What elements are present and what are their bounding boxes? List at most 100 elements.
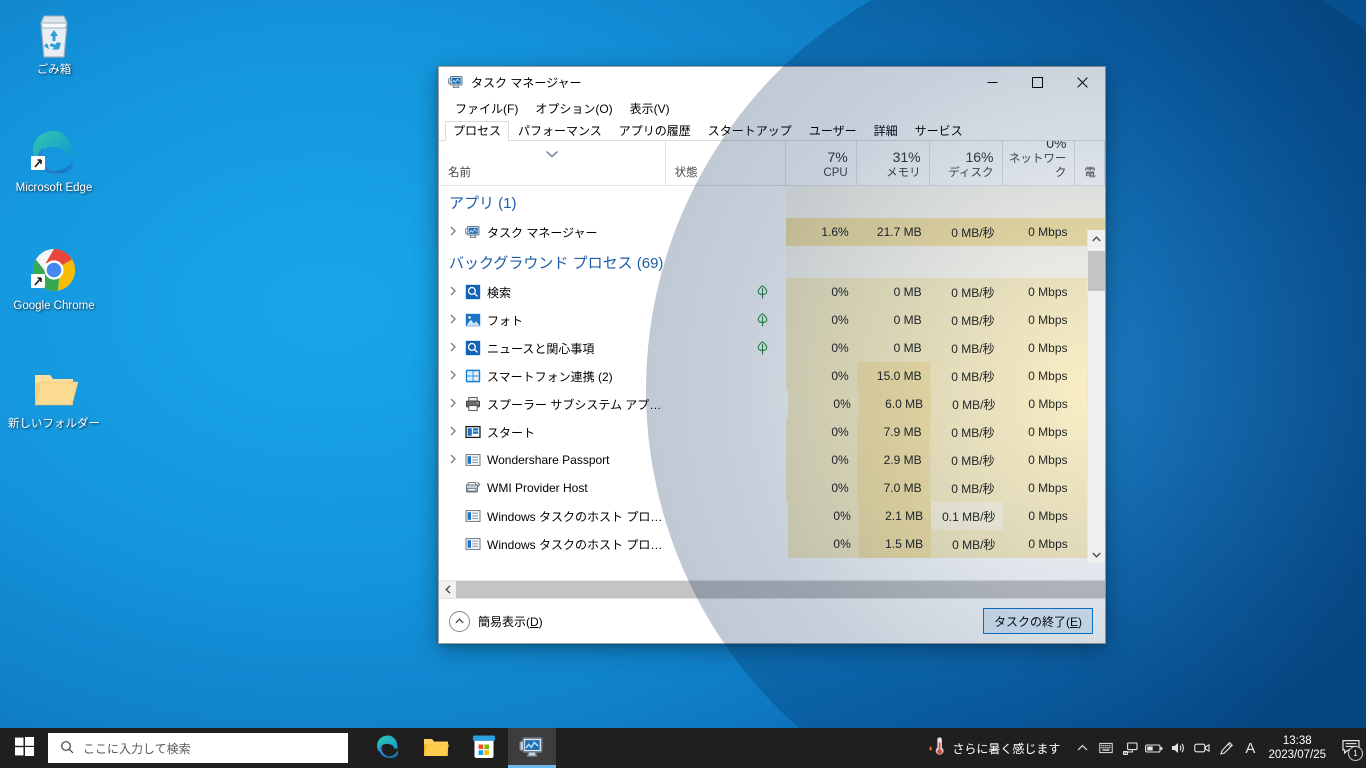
expand-chevron-icon[interactable] (447, 342, 459, 355)
fewer-details-button[interactable]: 簡易表示(D) (449, 610, 543, 632)
system-tray[interactable]: さらに暑く感じます A 13:38 2023/07/25 1 (917, 728, 1366, 768)
process-name-cell[interactable]: タスク マネージャー (439, 218, 665, 246)
process-name-cell[interactable]: スプーラー サブシステム アプリケーション (439, 390, 669, 418)
vertical-scrollbar[interactable] (1087, 230, 1105, 563)
window-titlebar[interactable]: タスク マネージャー (439, 67, 1105, 98)
table-row[interactable]: スプーラー サブシステム アプリケーション 0%6.0 MB0 MB/秒0 Mbp… (439, 390, 1105, 418)
task-manager-window[interactable]: タスク マネージャー ファイル(F) オプション(O) 表示(V) プロセス パ… (438, 66, 1106, 644)
tab-app-history[interactable]: アプリの履歴 (611, 121, 699, 141)
process-name-cell[interactable]: フォト (439, 306, 665, 334)
horizontal-scrollbar[interactable] (439, 580, 1105, 598)
menu-bar[interactable]: ファイル(F) オプション(O) 表示(V) (439, 98, 1105, 120)
desktop-icon-recycle-bin[interactable]: ごみ箱 (4, 10, 104, 77)
tab-startup[interactable]: スタートアップ (700, 121, 800, 141)
minimize-button[interactable] (970, 67, 1015, 97)
menu-view[interactable]: 表示(V) (622, 98, 679, 120)
table-row[interactable]: ニュースと関心事項 0% 0 MB 0 MB/秒 0 Mbps (439, 334, 1105, 362)
close-button[interactable] (1060, 67, 1105, 97)
action-center-button[interactable]: 1 (1336, 728, 1366, 768)
process-rows[interactable]: アプリ (1) タスク マネージャー 1.6% 21.7 MB 0 MB/秒 0 Mbps… (439, 186, 1105, 558)
desktop-icon-new-folder[interactable]: 新しいフォルダー (4, 364, 104, 431)
vertical-scrollbar-track[interactable] (1088, 247, 1105, 546)
volume-icon[interactable] (1166, 728, 1190, 768)
pen-icon[interactable] (1214, 728, 1238, 768)
taskbar-item-task-manager[interactable] (508, 728, 556, 768)
column-header-disk[interactable]: 16% ディスク (930, 141, 1003, 185)
tray-icons[interactable]: A (1070, 728, 1262, 768)
column-header-status[interactable]: 状態 (666, 141, 786, 185)
scroll-down-arrow-icon[interactable] (1088, 546, 1105, 563)
expand-chevron-icon[interactable] (447, 370, 459, 383)
column-header-name[interactable]: 名前 (439, 141, 666, 185)
process-name-cell[interactable]: ニュースと関心事項 (439, 334, 665, 362)
process-name-cell[interactable]: 検索 (439, 278, 665, 306)
taskbar-item-microsoft-store[interactable] (460, 728, 508, 768)
scroll-up-arrow-icon[interactable] (1088, 230, 1105, 247)
tab-strip[interactable]: プロセス パフォーマンス アプリの履歴 スタートアップ ユーザー 詳細 サービス (439, 120, 1105, 141)
scroll-left-arrow-icon[interactable] (439, 581, 456, 598)
taskbar-item-file-explorer[interactable] (412, 728, 460, 768)
tab-details[interactable]: 詳細 (866, 121, 906, 141)
expand-chevron-icon[interactable] (447, 426, 459, 439)
expand-chevron-icon[interactable] (447, 398, 459, 411)
network-icon[interactable] (1118, 728, 1142, 768)
process-name-cell[interactable]: WMI Provider Host (439, 474, 665, 502)
column-header-memory[interactable]: 31% メモリ (857, 141, 930, 185)
tab-users[interactable]: ユーザー (801, 121, 865, 141)
taskbar[interactable]: ここに入力して検索 さらに暑く感じます A 13:38 2023/07/25 1 (0, 728, 1366, 768)
expand-chevron-icon[interactable] (447, 226, 459, 239)
tab-performance[interactable]: パフォーマンス (510, 121, 610, 141)
maximize-button[interactable] (1015, 67, 1060, 97)
show-hidden-icons-chevron[interactable] (1070, 728, 1094, 768)
process-group-header[interactable]: アプリ (1) (439, 186, 1105, 218)
process-group-header[interactable]: バックグラウンド プロセス (69) (439, 246, 1105, 278)
weather-widget[interactable]: さらに暑く感じます (917, 728, 1070, 768)
table-row[interactable]: Wondershare Passport 0% 2.9 MB 0 MB/秒 0 Mbps (439, 446, 1105, 474)
process-name-cell[interactable]: Wondershare Passport (439, 446, 665, 474)
column-header-cpu[interactable]: 7% CPU (786, 141, 857, 185)
table-row[interactable]: Windows タスクのホスト プロセス 0% 1.5 MB 0 MB/秒 0 Mbps (439, 530, 1105, 558)
process-table[interactable]: 名前 状態 7% CPU 31% メモリ 16% ディスク 0% ネットワーク … (439, 141, 1105, 598)
table-row[interactable]: 検索 0% 0 MB 0 MB/秒 0 Mbps (439, 278, 1105, 306)
process-rows-viewport[interactable]: アプリ (1) タスク マネージャー 1.6% 21.7 MB 0 MB/秒 0 Mbps… (439, 186, 1105, 580)
expand-chevron-icon[interactable] (447, 314, 459, 327)
end-task-button[interactable]: タスクの終了(E) (982, 608, 1093, 634)
column-header-row[interactable]: 名前 状態 7% CPU 31% メモリ 16% ディスク 0% ネットワーク … (439, 141, 1105, 186)
expand-chevron-icon[interactable] (447, 454, 459, 467)
process-status-cell (669, 390, 788, 418)
search-input[interactable]: ここに入力して検索 (48, 733, 348, 763)
column-header-power[interactable]: 電 (1075, 141, 1105, 185)
desktop[interactable]: ごみ箱 Microsoft Edge Google Chrome 新しいフォルダ… (0, 0, 1366, 768)
column-header-network[interactable]: 0% ネットワーク (1003, 141, 1076, 185)
tab-processes[interactable]: プロセス (445, 121, 510, 141)
taskbar-clock[interactable]: 13:38 2023/07/25 (1262, 728, 1336, 768)
menu-file[interactable]: ファイル(F) (447, 98, 527, 120)
process-name-cell[interactable]: Windows タスクのホスト プロセス (439, 502, 669, 530)
desktop-icon-microsoft-edge[interactable]: Microsoft Edge (4, 128, 104, 195)
tab-services[interactable]: サービス (907, 121, 971, 141)
start-button[interactable] (0, 728, 48, 768)
keyboard-icon[interactable] (1094, 728, 1118, 768)
taskbar-apps[interactable] (364, 728, 556, 768)
taskbar-item-microsoft-edge[interactable] (364, 728, 412, 768)
horizontal-scrollbar-thumb[interactable] (456, 581, 1105, 598)
process-name-cell[interactable]: スマートフォン連携 (2) (439, 362, 665, 390)
process-name-cell[interactable]: スタート (439, 418, 665, 446)
ime-mode-A-icon[interactable]: A (1238, 728, 1262, 768)
horizontal-scrollbar-track[interactable] (456, 581, 1105, 598)
process-name-cell[interactable]: Windows タスクのホスト プロセス (439, 530, 669, 558)
table-row[interactable]: フォト 0% 0 MB 0 MB/秒 0 Mbps (439, 306, 1105, 334)
expand-chevron-icon[interactable] (447, 286, 459, 299)
desktop-icon-google-chrome[interactable]: Google Chrome (4, 246, 104, 313)
menu-options[interactable]: オプション(O) (527, 98, 621, 120)
table-row[interactable]: WMI Provider Host 0% 7.0 MB 0 MB/秒 0 Mbps (439, 474, 1105, 502)
window-footer[interactable]: 簡易表示(D) タスクの終了(E) (439, 598, 1105, 643)
window-controls[interactable] (970, 67, 1105, 97)
table-row[interactable]: スタート 0% 7.9 MB 0 MB/秒 0 Mbps (439, 418, 1105, 446)
vertical-scrollbar-thumb[interactable] (1088, 251, 1105, 291)
battery-icon[interactable] (1142, 728, 1166, 768)
table-row[interactable]: タスク マネージャー 1.6% 21.7 MB 0 MB/秒 0 Mbps (439, 218, 1105, 246)
meet-now-icon[interactable] (1190, 728, 1214, 768)
table-row[interactable]: スマートフォン連携 (2) 0% 15.0 MB 0 MB/秒 0 Mbps (439, 362, 1105, 390)
table-row[interactable]: Windows タスクのホスト プロセス 0% 2.1 MB 0.1 MB/秒 0 Mb… (439, 502, 1105, 530)
